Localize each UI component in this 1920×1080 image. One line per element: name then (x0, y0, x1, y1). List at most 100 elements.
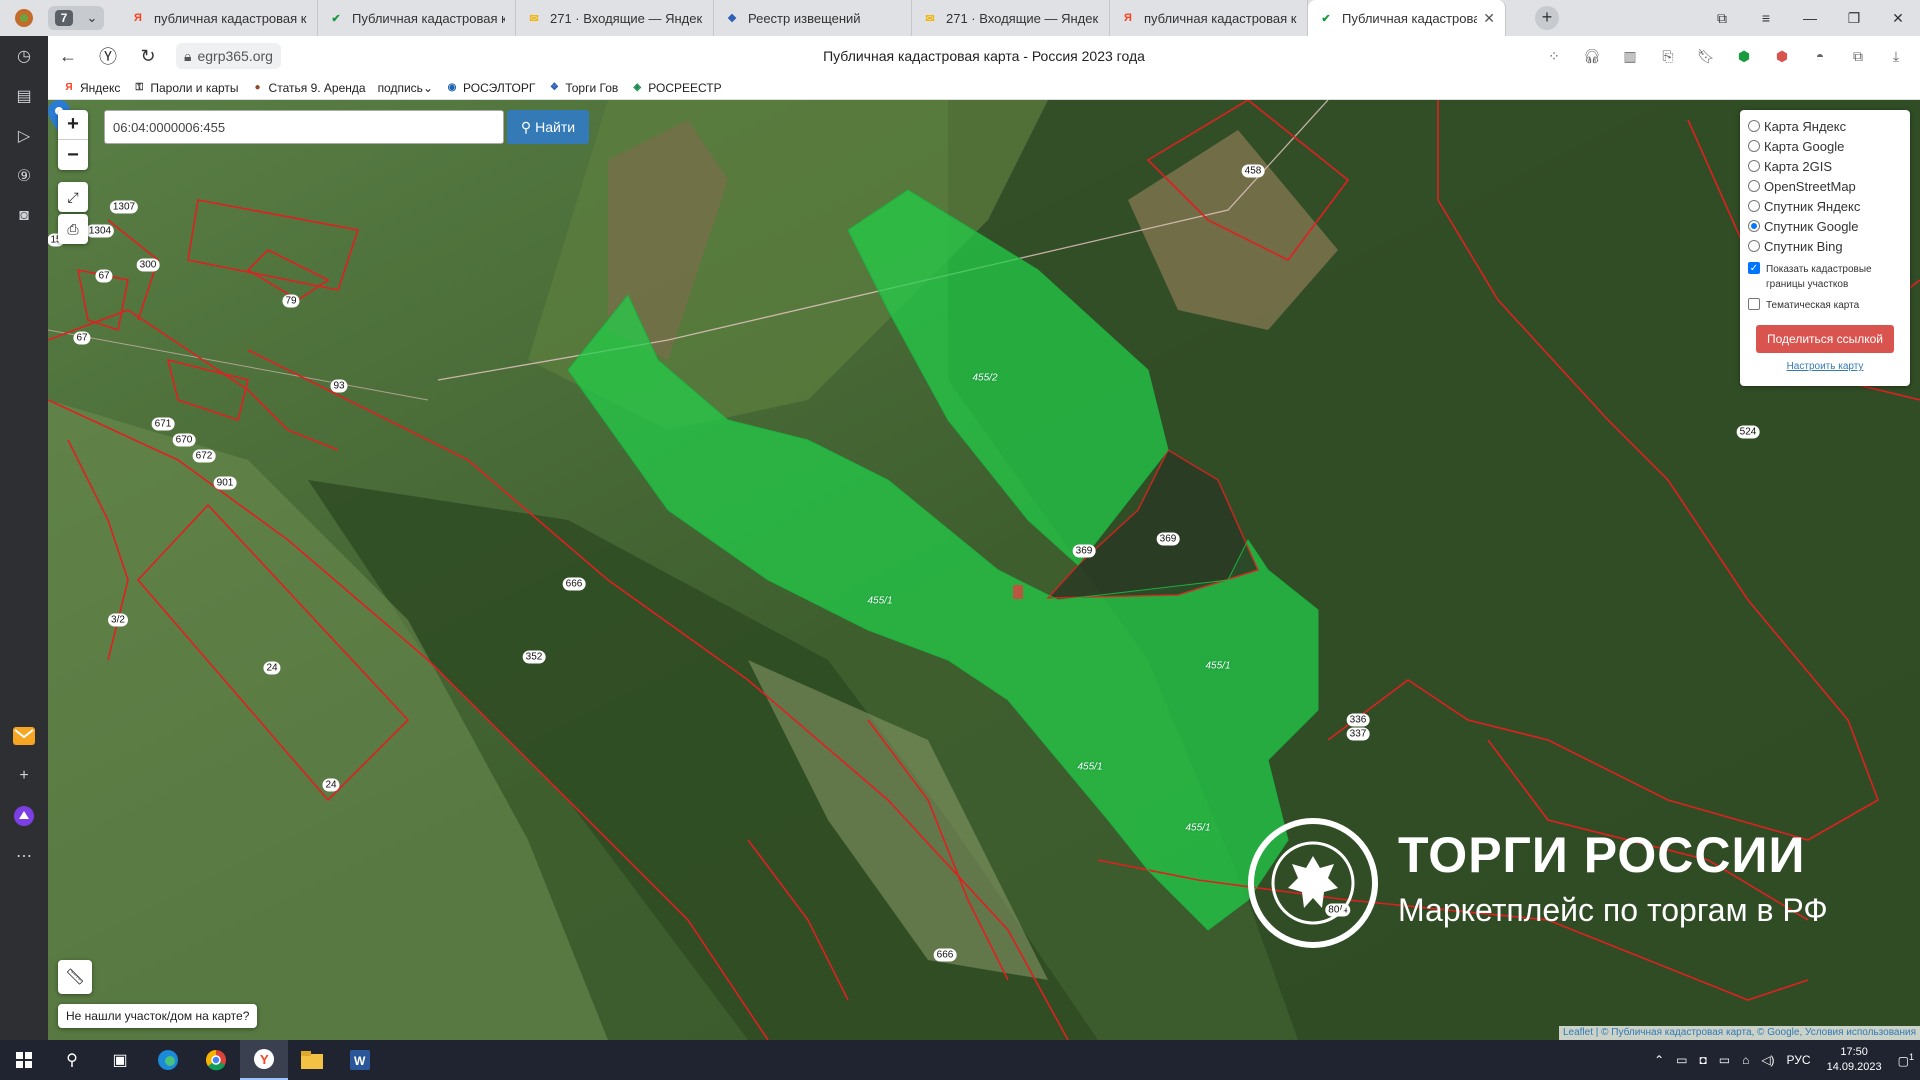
add-icon[interactable]: + (0, 756, 48, 796)
map-attribution[interactable]: Leaflet | © Публичная кадастровая карта,… (1558, 1026, 1920, 1040)
parcel-label[interactable]: 337 (1346, 727, 1370, 741)
tab-counter[interactable]: 7 ⌄ (48, 6, 104, 30)
more-icon[interactable]: ⋯ (0, 836, 48, 876)
layer-option[interactable]: Карта Яндекс (1748, 116, 1902, 136)
bookmark-item[interactable]: подпись ⌄ (378, 81, 433, 95)
parcel-label[interactable]: 93 (330, 379, 348, 393)
layer-radio[interactable] (1748, 240, 1760, 252)
language-indicator[interactable]: РУС (1787, 1053, 1811, 1067)
close-tab-icon[interactable]: ✕ (1483, 10, 1495, 27)
layer-option[interactable]: Карта Google (1748, 136, 1902, 156)
show-borders-option[interactable]: ✓ Показать кадастровые границы участков (1748, 262, 1902, 292)
bookmark-item[interactable]: ❖ Торги Гов (547, 81, 618, 95)
layer-option[interactable]: Спутник Google (1748, 216, 1902, 236)
windows-start-icon[interactable] (0, 1040, 48, 1080)
layer-radio[interactable] (1748, 140, 1760, 152)
parcel-label[interactable]: 80/4 (1325, 903, 1351, 917)
yandex-home-icon[interactable]: Ⓨ (88, 36, 128, 76)
zoom-out-button[interactable]: − (58, 140, 88, 170)
download-icon[interactable]: ⤓ (1880, 42, 1912, 70)
back-button[interactable]: ← (48, 36, 88, 76)
battery-icon[interactable]: ▭ (1719, 1053, 1730, 1067)
browser-logo[interactable] (0, 0, 48, 36)
share-icon[interactable]: ⎘ (1652, 42, 1684, 70)
mail-app-icon[interactable] (0, 716, 48, 756)
parcel-label[interactable]: 666 (562, 577, 586, 591)
parcel-label[interactable]: 79 (282, 294, 300, 308)
layer-radio[interactable] (1748, 180, 1760, 192)
camera-icon[interactable]: ◘ (1699, 1053, 1706, 1067)
parcel-label[interactable]: 300 (136, 258, 160, 272)
parcel-label[interactable]: 1307 (109, 200, 139, 214)
browser-tab[interactable]: ❖ Реестр извещений (714, 0, 912, 36)
parcel-label[interactable]: 670 (172, 433, 196, 447)
parcel-label[interactable]: 524 (1736, 425, 1760, 439)
play-icon[interactable]: ▷ (0, 116, 48, 156)
apps-icon[interactable]: ⁘ (1538, 42, 1570, 70)
parcel-label[interactable]: 24 (322, 778, 340, 792)
extension-hat-icon[interactable]: ◓ (1804, 42, 1836, 70)
parcel-label[interactable]: 671 (151, 417, 175, 431)
parcel-label[interactable]: 67 (95, 269, 113, 283)
word-icon[interactable]: W (336, 1040, 384, 1080)
layer-radio[interactable] (1748, 220, 1760, 232)
parcel-label[interactable]: 901 (213, 476, 237, 490)
not-found-hint[interactable]: Не нашли участок/дом на карте? (58, 1004, 258, 1028)
layer-radio[interactable] (1748, 120, 1760, 132)
find-button[interactable]: ⚲ Найти (507, 110, 589, 144)
layer-option[interactable]: OpenStreetMap (1748, 176, 1902, 196)
layer-radio[interactable] (1748, 200, 1760, 212)
layer-option[interactable]: Спутник Bing (1748, 236, 1902, 256)
parcel-label[interactable]: 666 (933, 948, 957, 962)
extension-shield-icon[interactable]: ⬢ (1728, 42, 1760, 70)
meet-icon[interactable]: ▭ (1676, 1053, 1687, 1067)
history-icon[interactable]: ◷ (0, 36, 48, 76)
parcel-label[interactable]: 455/1 (1205, 661, 1230, 672)
collections-icon[interactable]: ⧉ (1700, 0, 1744, 36)
browser-tab[interactable]: Япубличная кадастровая к (1110, 0, 1308, 36)
bookmark-item[interactable]: Я Яндекс (62, 81, 120, 95)
parcel-label[interactable]: 1304 (85, 224, 115, 238)
bookmark-icon[interactable]: 🔖︎ (1690, 42, 1722, 70)
map-view[interactable]: 458 455/2 369 369 455/1 455/1 455/1 455/… (48, 100, 1920, 1040)
ruler-icon[interactable]: 📏︎ (58, 960, 92, 994)
parcel-label[interactable]: 67 (73, 331, 91, 345)
reader-icon[interactable]: ▥ (1614, 42, 1646, 70)
parcel-label[interactable]: 369 (1156, 532, 1180, 546)
extensions-icon[interactable]: ⧉ (1842, 42, 1874, 70)
bookmark-item[interactable]: ◉ РОСЭЛТОРГ (445, 81, 536, 95)
parcel-label[interactable]: 336 (1346, 713, 1370, 727)
browser-tab[interactable]: ✉ 271 · Входящие — Яндекс (516, 0, 714, 36)
cadastral-search-input[interactable] (104, 110, 504, 144)
browser-tab[interactable]: ✉ 271 · Входящие — Яндекс (912, 0, 1110, 36)
minimize-button[interactable]: — (1788, 0, 1832, 36)
file-explorer-icon[interactable] (288, 1040, 336, 1080)
notification-icon[interactable]: ▢1 (1898, 1052, 1914, 1068)
share-link-button[interactable]: Поделиться ссылкой (1756, 325, 1894, 353)
maximize-button[interactable]: ❐ (1832, 0, 1876, 36)
parcel-label[interactable]: 369 (1072, 544, 1096, 558)
layer-radio[interactable] (1748, 160, 1760, 172)
print-icon[interactable]: ⎙ (58, 214, 88, 244)
new-tab-button[interactable]: + (1535, 6, 1559, 30)
edge-icon[interactable] (144, 1040, 192, 1080)
parcel-label[interactable]: 3/2 (108, 613, 128, 627)
parcel-label[interactable]: 352 (522, 650, 546, 664)
browser-tab[interactable]: Япубличная кадастровая к (120, 0, 318, 36)
show-borders-checkbox[interactable]: ✓ (1748, 262, 1760, 274)
bookmark-item[interactable]: ● Статья 9. Аренда (251, 81, 366, 95)
browser-tab[interactable]: ✔ Публичная кадастровая к (318, 0, 516, 36)
thematic-map-checkbox[interactable] (1748, 298, 1760, 310)
network-icon[interactable]: ⌂ (1742, 1053, 1749, 1067)
chrome-icon[interactable] (192, 1040, 240, 1080)
parcel-label[interactable]: 458 (1241, 164, 1265, 178)
parcel-label[interactable]: 455/2 (972, 373, 997, 384)
search-icon[interactable]: ⚲ (48, 1040, 96, 1080)
reload-button[interactable]: ↻ (128, 36, 168, 76)
bookmark-item[interactable]: ⚿ Пароли и карты (132, 81, 239, 95)
alice-icon[interactable] (0, 796, 48, 836)
configure-map-link[interactable]: Настроить карту (1748, 361, 1902, 372)
extension-alert-icon[interactable]: ⬢ (1766, 42, 1798, 70)
task-view-icon[interactable]: ▣ (96, 1040, 144, 1080)
app-9-icon[interactable]: ⑨ (0, 156, 48, 196)
